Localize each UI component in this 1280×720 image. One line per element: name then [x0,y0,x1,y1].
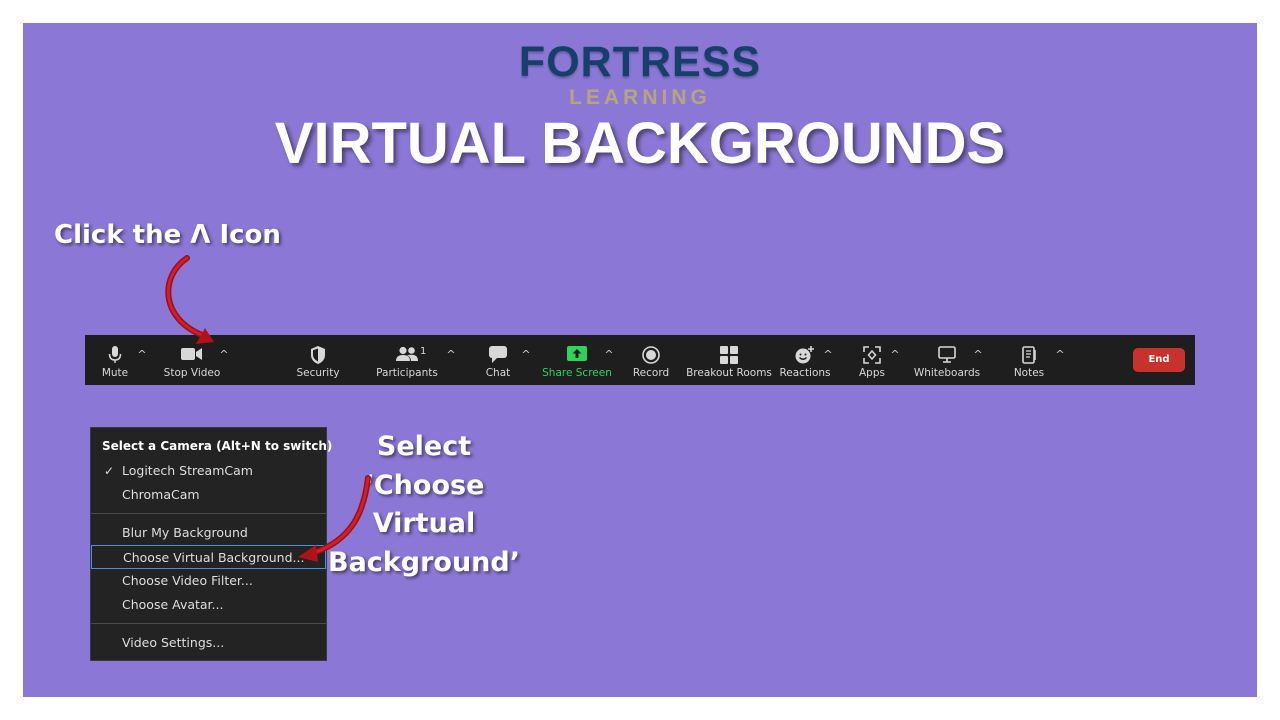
curved-arrow-icon [298,475,371,562]
curved-arrow-icon [165,255,214,344]
annotation-arrows [165,255,371,562]
